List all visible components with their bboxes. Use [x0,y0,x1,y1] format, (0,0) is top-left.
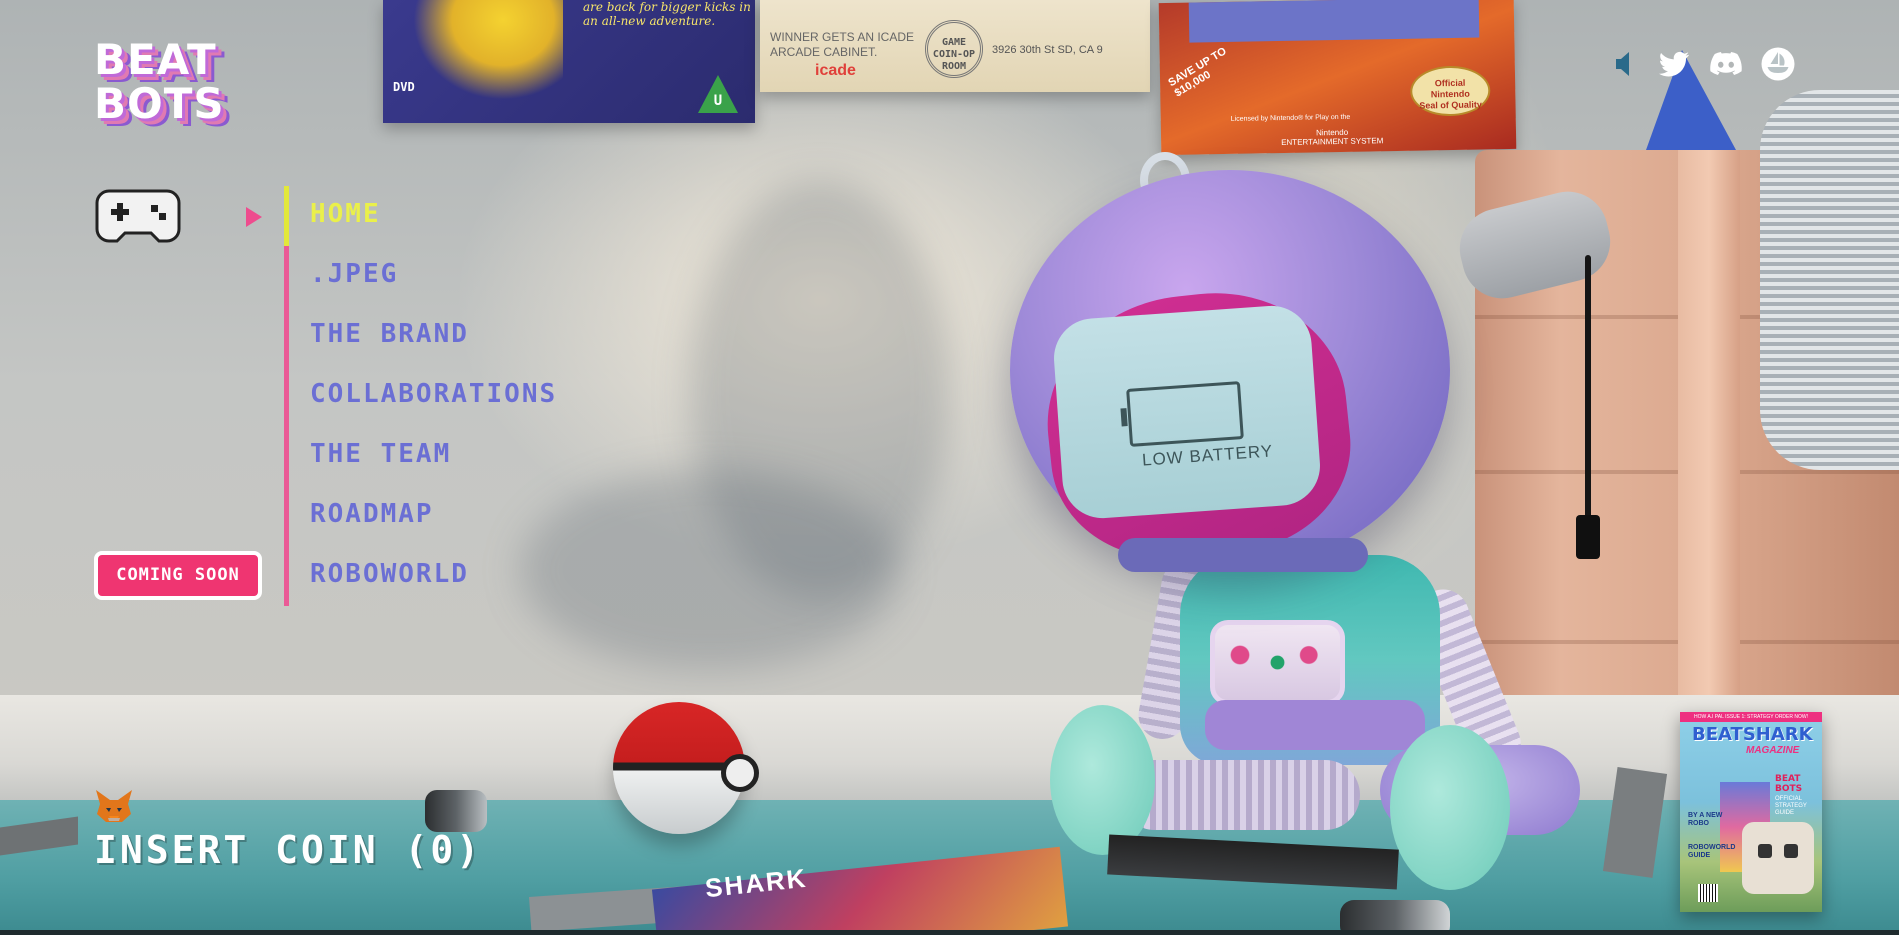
magazine-blurb-1-line1: BY A NEW [1688,812,1723,819]
poster-rating-icon: U [698,75,738,113]
discord-icon[interactable] [1708,46,1744,82]
magazine-side-title-line2: BOTS [1775,784,1803,794]
pokeball-prop [613,702,759,834]
pokeball-button [721,754,759,792]
twitter-icon[interactable] [1656,46,1692,82]
robot-gumball-window [1210,620,1345,705]
nav-item-the-team[interactable]: THE TEAM [310,426,557,486]
dvd-poster: are back for bigger kicks in an all-new … [383,0,755,123]
magazine-blurb-2-line2: GUIDE [1688,852,1711,859]
seal-line2: COIN-OP [932,49,976,60]
slinky-prop [1760,90,1899,470]
poster-coin-text: WINNER GETS AN ICADE ARCADE CABINET. [770,30,914,60]
seal-line3: ROOM [941,61,967,72]
arcade-poster: WINNER GETS AN ICADE ARCADE CABINET. ica… [760,0,1150,92]
poster-nes-starburst: SAVE UP TO $10,000 [1166,45,1234,99]
beatshark-magazine-card[interactable]: HOW A.I PAL ISSUE 1: STRATEGY ORDER NOW!… [1680,712,1822,912]
logo-line-1: BEAT [94,35,217,84]
main-nav: HOME .JPEG THE BRAND COLLABORATIONS THE … [310,186,557,606]
magazine-subtitle: MAGAZINE [1746,745,1800,756]
magazine-side-title: BEAT BOTS [1775,774,1802,794]
robot-left-leg [1120,760,1360,830]
gamepad-icon [95,189,181,243]
nav-rail-active [284,186,289,246]
barcode-icon [1698,884,1718,902]
magazine-top-strip: HOW A.I PAL ISSUE 1: STRATEGY ORDER NOW! [1680,712,1822,722]
beatbots-logo[interactable]: BEAT BOTS [94,35,225,138]
nav-item-collaborations[interactable]: COLLABORATIONS [310,366,557,426]
magazine-blurb-2: ROBOWORLD GUIDE [1688,844,1735,860]
poster-coin-text-line2: ARCADE CABINET. [770,45,878,59]
cable-prop [1585,255,1591,525]
magazine-side-sub-line1: OFFICIAL [1775,796,1803,802]
nav-item-home[interactable]: HOME [310,186,557,246]
robot-chin [1118,538,1368,572]
poster-coin-text-line1: WINNER GETS AN ICADE [770,30,915,44]
magazine-robot-art [1742,822,1814,894]
wall-shadow [520,470,900,670]
opensea-icon[interactable] [1760,46,1796,82]
metamask-fox-icon[interactable] [94,788,134,824]
bottom-bar [0,930,1899,935]
robot-right-foot [1390,725,1510,890]
nav-item-roadmap[interactable]: ROADMAP [310,486,557,546]
logo-line-2: BOTS [94,79,225,128]
poster-nes-license: Licensed by Nintendo® for Play on the [1230,113,1351,123]
nintendo-seal-line3: Seal of Quality [1419,99,1482,111]
poster-coin-address: 3926 30th St SD, CA 9 [992,44,1103,56]
speaker-icon[interactable] [1606,46,1642,82]
nes-poster: SAVE UP TO $10,000 Official Nintendo Sea… [1158,0,1517,156]
nes-footer-line2: ENTERTAINMENT SYSTEM [1281,136,1384,147]
coin-op-seal-icon: GAME COIN-OP ROOM [925,20,983,78]
insert-coin-counter[interactable]: INSERT COIN (0) [94,828,482,872]
nav-item-jpeg[interactable]: .JPEG [310,246,557,306]
magazine-side-sub: OFFICIAL STRATEGY GUIDE [1775,796,1807,817]
magazine-blurb-2-line1: ROBOWORLD [1688,844,1736,851]
poster-dvd-label: DVD [393,80,415,94]
magazine-blurb-1: BY A NEW ROBO [1688,812,1722,828]
seal-line1: GAME [941,37,967,48]
magazine-side-title-line1: BEAT [1775,774,1801,784]
robot-belly [1205,700,1425,750]
battery-prop [425,790,487,832]
poster-dvd-text: are back for bigger kicks in an all-new … [583,0,751,28]
nav-item-the-brand[interactable]: THE BRAND [310,306,557,366]
poster-nes-art [1188,0,1480,43]
plug-prop [1576,515,1600,559]
nintendo-seal-icon: Official Nintendo Seal of Quality [1409,65,1491,117]
magazine-side-sub-line2: STRATEGY [1775,803,1807,809]
nav-active-arrow-icon [246,207,262,227]
coming-soon-button[interactable]: COMING SOON [94,551,262,600]
nav-item-roboworld[interactable]: ROBOWORLD [310,546,557,606]
nav-rail [284,186,289,606]
poster-nes-footer: Nintendo ENTERTAINMENT SYSTEM [1281,127,1384,147]
magazine-robot-eye [1784,844,1798,858]
icade-logo: icade [815,62,856,79]
poster-figure [413,0,563,100]
magazine-robot-eye [1758,844,1772,858]
magazine-blurb-1-line2: ROBO [1688,820,1709,827]
robot-left-foot [1050,705,1155,855]
magazine-side-sub-line3: GUIDE [1775,810,1795,816]
low-battery-icon [1126,381,1244,447]
magazine-title: BEATSHARK [1692,724,1813,745]
